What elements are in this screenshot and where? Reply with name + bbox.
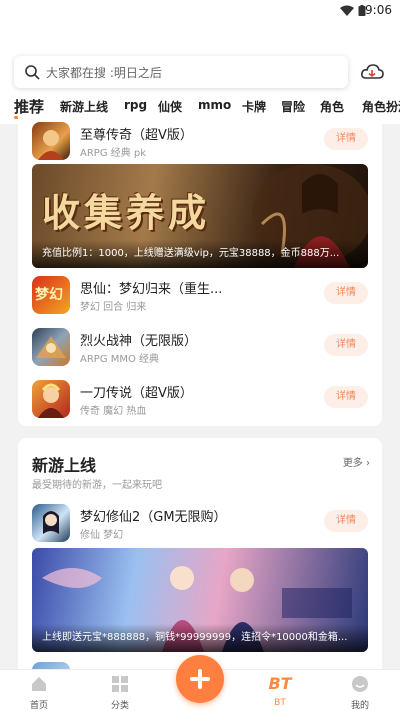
featured-banner[interactable]: 收集养成 充值比例1：1000，上线赠送满级vip，元宝38888，金币888万… — [32, 164, 368, 268]
nav-mine[interactable]: 我的 — [335, 670, 385, 711]
game-tags: ARPG 经典 pk — [80, 148, 147, 159]
status-bar: 9:06 — [0, 0, 400, 22]
nav-home[interactable]: 首页 — [14, 670, 64, 711]
game-name: 一刀传说（超V版） — [80, 386, 193, 401]
nav-label: 首页 — [29, 701, 48, 711]
featured-card: 至尊传奇（超V版） ARPG 经典 pk 详情 收集养成 充值比例1：1000，… — [18, 116, 382, 426]
game-icon: 梦幻 — [32, 276, 70, 314]
game-name: 烈火战神（无限版） — [80, 334, 198, 349]
nav-label: 我的 — [350, 701, 369, 711]
nav-label: BT — [274, 698, 286, 708]
game-icon — [32, 504, 70, 542]
game-tags: 梦幻 回合 归来 — [80, 302, 147, 313]
tab-card[interactable]: 卡牌 — [242, 98, 266, 115]
detail-button[interactable]: 详情 — [324, 128, 368, 150]
nav-bt[interactable]: BT BT — [255, 670, 305, 711]
section-subtitle: 最受期待的新游，一起来玩吧 — [32, 480, 162, 491]
game-tags: 传奇 魔幻 热血 — [80, 406, 147, 417]
banner-art-text: 收集养成 — [42, 190, 211, 235]
home-icon — [32, 677, 46, 691]
plus-icon — [198, 669, 202, 689]
game-icon — [32, 380, 70, 418]
detail-button[interactable]: 详情 — [324, 386, 368, 408]
game-tags: 修仙 梦幻 — [80, 530, 124, 541]
wifi-icon — [340, 5, 354, 16]
search-placeholder: 大家都在搜 :明日之后 — [46, 66, 162, 80]
more-link[interactable]: 更多 › — [343, 454, 370, 469]
game-name: 至尊传奇（超V版） — [80, 128, 193, 143]
detail-button[interactable]: 详情 — [324, 334, 368, 356]
new-games-card: 新游上线 最受期待的新游，一起来玩吧 更多 › 梦幻修仙2（GM无限购） 修仙 … — [18, 438, 382, 678]
banner-caption: 上线即送元宝*888888，铜钱*99999999，连招令*10000和金箱..… — [32, 624, 368, 652]
game-tags: ARPG MMO 经典 — [80, 354, 160, 365]
search-input[interactable]: 大家都在搜 :明日之后 — [14, 56, 348, 88]
game-icon — [32, 328, 70, 366]
tab-rpg[interactable]: rpg — [124, 98, 147, 112]
nav-category[interactable]: 分类 — [95, 670, 145, 711]
status-time: 9:06 — [365, 3, 392, 17]
game-icon-text: 梦幻 — [35, 287, 63, 303]
game-name: 梦幻修仙2（GM无限购） — [80, 510, 227, 525]
banner-caption: 充值比例1：1000，上线赠送满级vip，元宝38888，金币888万... — [32, 240, 368, 268]
chevron-right-icon: › — [366, 458, 370, 469]
game-row[interactable]: 梦幻修仙2（GM无限购） 修仙 梦幻 详情 — [32, 504, 368, 546]
game-row[interactable]: 至尊传奇（超V版） ARPG 经典 pk 详情 — [32, 122, 368, 164]
section-title: 新游上线 — [32, 456, 97, 475]
new-games-banner[interactable]: 上线即送元宝*888888，铜钱*99999999，连招令*10000和金箱..… — [32, 548, 368, 652]
tab-adventure[interactable]: 冒险 — [281, 98, 305, 115]
tab-role[interactable]: 角色 — [320, 98, 344, 115]
detail-button[interactable]: 详情 — [324, 510, 368, 532]
game-row[interactable]: 烈火战神（无限版） ARPG MMO 经典 详情 — [32, 328, 368, 370]
grid-icon — [112, 676, 128, 692]
profile-icon — [352, 676, 368, 692]
bt-icon: BT — [268, 674, 292, 693]
detail-button[interactable]: 详情 — [324, 282, 368, 304]
game-row[interactable]: 一刀传说（超V版） 传奇 魔幻 热血 详情 — [32, 380, 368, 422]
tab-recommend[interactable]: 推荐 — [14, 98, 44, 117]
more-label: 更多 — [342, 458, 363, 469]
tab-new-games[interactable]: 新游上线 — [60, 98, 108, 115]
add-button[interactable] — [176, 655, 224, 703]
game-name: 思仙：梦幻归来（重生... — [80, 282, 223, 297]
tab-roleplay[interactable]: 角色扮演 — [362, 98, 400, 115]
cloud-download-icon[interactable] — [360, 60, 384, 84]
tab-mmo[interactable]: mmo — [198, 98, 231, 112]
tab-xianxia[interactable]: 仙侠 — [158, 98, 182, 115]
search-icon — [25, 65, 40, 80]
nav-label: 分类 — [110, 701, 129, 711]
game-icon — [32, 122, 70, 160]
game-row[interactable]: 梦幻 思仙：梦幻归来（重生... 梦幻 回合 归来 详情 — [32, 276, 368, 318]
